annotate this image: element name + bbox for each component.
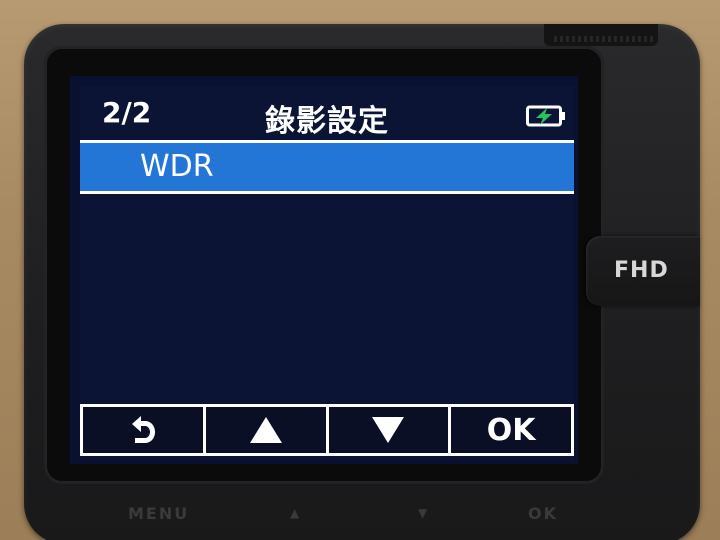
menu-title: 錄影設定	[265, 104, 389, 139]
ok-softkey-label: OK	[486, 412, 536, 448]
lcd-screen: 2/2 錄影設定 WDR OK	[70, 76, 578, 464]
back-icon	[131, 416, 155, 443]
down-triangle-icon	[372, 417, 405, 443]
hardware-menu-button[interactable]: MENU	[128, 504, 189, 523]
up-triangle-icon	[249, 417, 282, 443]
hardware-up-button[interactable]: ▲	[290, 506, 301, 520]
menu-header: 2/2 錄影設定	[80, 86, 574, 139]
hardware-button-labels: MENU ▲ ▼ OK	[0, 504, 720, 534]
hardware-down-button[interactable]: ▼	[418, 506, 429, 520]
ok-softkey[interactable]: OK	[451, 407, 571, 453]
fhd-button[interactable]: FHD	[586, 236, 700, 306]
mount-connector	[544, 24, 658, 46]
menu-item-label: WDR	[140, 149, 214, 184]
softkey-bar: OK	[80, 404, 574, 456]
fhd-button-label: FHD	[614, 258, 669, 283]
hardware-ok-button[interactable]: OK	[528, 504, 558, 523]
menu-screen: 2/2 錄影設定 WDR OK	[80, 86, 574, 460]
down-softkey[interactable]	[328, 407, 449, 453]
connector-grip	[554, 36, 654, 42]
up-softkey[interactable]	[205, 407, 326, 453]
battery-charging-icon	[526, 105, 565, 127]
back-softkey[interactable]	[83, 407, 203, 453]
menu-item-wdr[interactable]: WDR	[80, 140, 574, 194]
